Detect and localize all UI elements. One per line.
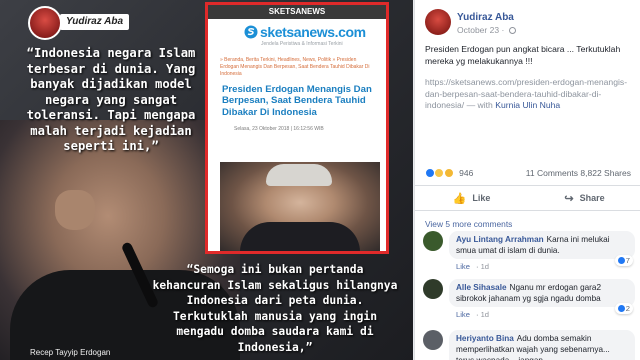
sketsanews-logo-icon (244, 25, 258, 39)
comment-likes-value: 7 (625, 256, 630, 265)
comment-likes-value: 2 (625, 304, 630, 313)
comment-bubble: Alle Sihasale Nganu mr erdogan gara2 sibr… (449, 279, 635, 307)
brand-label: Yudiraz Aba (60, 14, 130, 30)
brand-logo-icon (28, 6, 62, 40)
post-timestamp[interactable]: October 23 (457, 25, 499, 35)
news-breadcrumb: » Beranda, Berita Terkini, Headlines, Ne… (220, 57, 370, 77)
quote-bottom: “Semoga ini bukan pertanda kehancuran Is… (152, 263, 398, 354)
screen: Yudiraz Aba “Indonesia negara Islam terb… (0, 0, 640, 360)
share-arrow-icon: ↪ (564, 192, 574, 205)
comment-footer: Like · 1d (456, 310, 489, 319)
like-dot-icon (617, 257, 625, 264)
commenter-name[interactable]: Alle Sihasale (456, 283, 507, 292)
news-date: Selasa, 23 Oktober 2018 | 16:12:56 WIB (234, 126, 324, 133)
news-logo-text: sketsanews.com (260, 24, 366, 40)
reactions-bar: 946 11 Comments 8,822 Shares (425, 168, 635, 180)
news-screenshot: SKETSANEWS sketsanews.com Jendela Perist… (205, 2, 389, 254)
comment-footer: Like · 1d (456, 262, 489, 271)
commenter-name[interactable]: Heriyanto Bina (456, 334, 514, 343)
post-header: Yudiraz Aba October 23 · (415, 0, 640, 46)
comment-time[interactable]: 1d (481, 262, 489, 271)
comment-like-count[interactable]: 2 (614, 303, 633, 314)
like-button[interactable]: 👍 Like (415, 186, 528, 210)
news-photo (220, 162, 380, 251)
news-headline: Presiden Erdogan Menangis Dan Berpesan, … (222, 84, 372, 118)
shares-count[interactable]: 8,822 Shares (580, 168, 631, 178)
author-name[interactable]: Yudiraz Aba (457, 12, 514, 23)
comment-like-link[interactable]: Like (456, 262, 470, 271)
globe-icon (508, 27, 516, 34)
comment-like-link[interactable]: Like (456, 310, 470, 319)
author-avatar[interactable] (425, 9, 451, 35)
separator-dot: · (501, 25, 505, 35)
commenter-name[interactable]: Ayu Lintang Arrahman (456, 235, 544, 244)
quote-top: “Indonesia negara Islam terbesar di duni… (26, 46, 196, 153)
commenter-avatar[interactable] (423, 279, 443, 299)
tagged-person[interactable]: Kurnia Ulin Nuha (495, 100, 560, 110)
share-label: Share (579, 193, 605, 203)
share-button[interactable]: ↪ Share (528, 186, 640, 210)
comment-bubble: Heriyanto Bina Adu domba semakin memperli… (449, 330, 635, 360)
sad-reaction-icon (443, 168, 454, 178)
post-message: Presiden Erdogan pun angkat bicara ... T… (425, 44, 621, 66)
like-dot-icon (617, 305, 625, 312)
comment-bubble: Ayu Lintang Arrahman Karna ini melukai sm… (449, 231, 635, 259)
post-image[interactable]: Yudiraz Aba “Indonesia negara Islam terb… (0, 0, 413, 360)
comment-like-count[interactable]: 7 (614, 255, 633, 266)
raised-hand-shape (55, 190, 95, 230)
news-topbar: SKETSANEWS (208, 5, 386, 19)
reaction-count[interactable]: 946 (459, 168, 473, 178)
action-bar: 👍 Like ↪ Share (415, 185, 640, 211)
engagement-counts: 11 Comments 8,822 Shares (526, 168, 631, 178)
like-label: Like (472, 193, 491, 203)
post-link-line: https://sketsanews.com/presiden-erdogan-… (425, 77, 637, 112)
commenter-avatar[interactable] (423, 330, 443, 350)
wow-reaction-icon (434, 168, 445, 178)
thumbs-up-icon: 👍 (452, 192, 467, 205)
comments-count[interactable]: 11 Comments (526, 168, 578, 178)
hair-shape (266, 164, 332, 186)
coat-shape (240, 222, 360, 251)
post-meta: October 23 · (457, 25, 516, 35)
post-text: Presiden Erdogan pun angkat bicara ... T… (425, 44, 637, 122)
commenter-avatar[interactable] (423, 231, 443, 251)
post-panel: Yudiraz Aba October 23 · Presiden Erdoga… (414, 0, 640, 360)
news-logo: sketsanews.com (208, 19, 386, 40)
view-more-comments[interactable]: View 5 more comments (425, 219, 512, 229)
photo-caption: Recep Tayyip Erdogan (30, 348, 111, 357)
comment-time[interactable]: 1d (481, 310, 489, 319)
with-label: — with (464, 100, 496, 111)
